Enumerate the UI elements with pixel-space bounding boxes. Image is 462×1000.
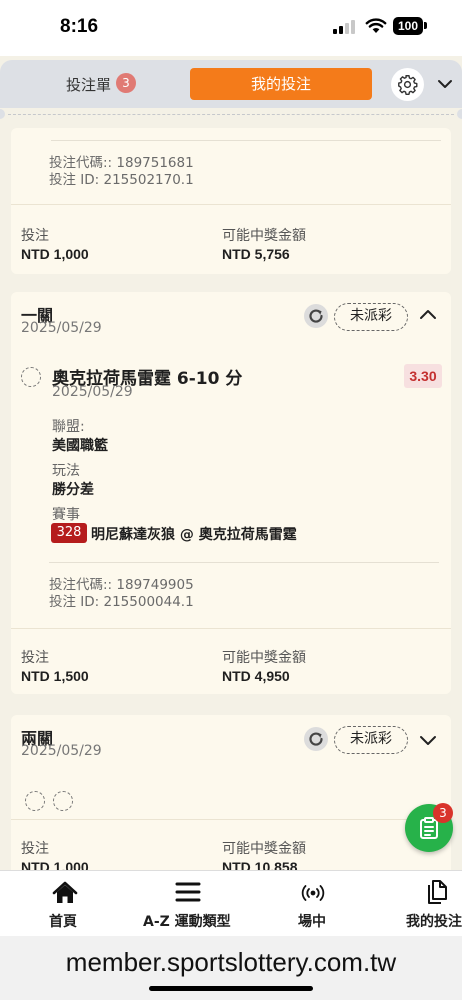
event-label: 賽事 <box>52 507 80 523</box>
bet-card-double: 兩關 2025/05/29 未派彩 投注 NTD 1,000 可能中獎金額 NT… <box>11 715 451 870</box>
payout-value: NTD 10,858 <box>222 859 298 870</box>
bet-codes: 投注代碼:: 189749905 投注 ID: 215500044.1 <box>49 577 194 611</box>
nav-label: 場中 <box>298 914 326 930</box>
battery-icon: 100 <box>393 17 423 35</box>
live-broadcast-icon <box>301 885 325 901</box>
bet-summary: 投注 NTD 1,000 可能中獎金額 NTD 5,756 <box>11 204 451 274</box>
menu-icon <box>175 882 201 902</box>
bet-id: 投注 ID: 215502170.1 <box>49 172 194 188</box>
bet-id: 投注 ID: 215500044.1 <box>49 594 194 610</box>
nav-label: 首頁 <box>49 914 77 930</box>
refresh-button[interactable] <box>304 727 328 751</box>
event-name: 明尼蘇達灰狼 @ 奧克拉荷馬雷霆 <box>91 527 297 543</box>
payout-value: NTD 4,950 <box>222 668 290 684</box>
chevron-up-icon[interactable] <box>419 306 437 324</box>
bet-card: 投注代碼:: 189751681 投注 ID: 215502170.1 投注 N… <box>11 128 451 274</box>
league-value: 美國職籃 <box>52 438 108 454</box>
bet-summary: 投注 NTD 1,500 可能中獎金額 NTD 4,950 <box>11 628 451 694</box>
refresh-button[interactable] <box>304 304 328 328</box>
chevron-down-icon[interactable] <box>419 731 437 749</box>
fab-count-badge: 3 <box>433 803 453 823</box>
copy-documents-icon <box>428 880 447 904</box>
selection-status-icon <box>53 791 73 811</box>
market-label: 玩法 <box>52 463 80 479</box>
home-indicator[interactable] <box>149 986 313 991</box>
nav-live[interactable]: 場中 <box>285 871 341 937</box>
stake-value: NTD 1,000 <box>21 246 89 262</box>
battery-tip <box>424 22 427 29</box>
chevron-down-icon[interactable] <box>437 76 453 92</box>
settings-button[interactable] <box>391 68 424 101</box>
bet-date: 2025/05/29 <box>21 743 102 759</box>
tab-betslip[interactable]: 投注單 <box>66 74 111 95</box>
market-value: 勝分差 <box>52 482 94 498</box>
payout-label: 可能中獎金額 <box>222 650 306 666</box>
bet-toolbar: 投注單 3 我的投注 <box>0 60 462 108</box>
selection-status-icon <box>21 367 41 387</box>
bet-code: 投注代碼:: 189749905 <box>49 577 194 593</box>
cellular-signal-icon <box>333 20 355 34</box>
bet-date: 2025/05/29 <box>21 320 102 336</box>
payout-label: 可能中獎金額 <box>222 841 306 857</box>
gear-icon <box>398 75 418 95</box>
stake-value: NTD 1,500 <box>21 668 89 684</box>
stake-label: 投注 <box>21 228 49 244</box>
payout-value: NTD 5,756 <box>222 246 290 262</box>
stake-label: 投注 <box>21 650 49 666</box>
selection-status-icon <box>25 791 45 811</box>
status-badge: 未派彩 <box>334 726 408 754</box>
stake-value: NTD 1,000 <box>21 859 89 870</box>
nav-label: 我的投注 <box>406 914 462 930</box>
event-code-badge: 328 <box>51 523 87 543</box>
bet-card-single: 一關 2025/05/29 未派彩 奧克拉荷馬雷霆 6-10 分 2025/05… <box>11 292 451 694</box>
odds-badge: 3.30 <box>404 364 442 388</box>
league-label: 聯盟: <box>52 419 85 435</box>
bet-codes: 投注代碼:: 189751681 投注 ID: 215502170.1 <box>49 155 194 189</box>
bet-summary: 投注 NTD 1,000 可能中獎金額 NTD 10,858 <box>11 819 451 870</box>
bottom-nav: 首頁 A-Z 運動類型 場中 我的投注 <box>0 870 462 936</box>
nav-sports-az[interactable]: A-Z 運動類型 <box>130 871 250 937</box>
bet-list[interactable]: 投注代碼:: 189751681 投注 ID: 215502170.1 投注 N… <box>0 108 462 870</box>
payout-label: 可能中獎金額 <box>222 228 306 244</box>
betslip-count-badge: 3 <box>116 73 136 93</box>
nav-label: A-Z 運動類型 <box>143 914 231 930</box>
url-text: member.sportslottery.com.tw <box>65 947 397 977</box>
wifi-icon <box>365 18 387 33</box>
status-bar: 8:16 100 <box>0 0 462 56</box>
refresh-icon <box>309 309 323 323</box>
stake-label: 投注 <box>21 841 49 857</box>
ticket-perforation <box>0 108 462 120</box>
selection-date: 2025/05/29 <box>52 384 133 400</box>
home-icon <box>52 881 78 903</box>
status-time: 8:16 <box>60 16 99 37</box>
status-badge: 未派彩 <box>334 303 408 331</box>
bet-code: 投注代碼:: 189751681 <box>49 155 194 171</box>
nav-my-bets[interactable]: 我的投注 <box>395 871 462 937</box>
nav-home[interactable]: 首頁 <box>30 871 100 937</box>
tab-my-bets[interactable]: 我的投注 <box>190 68 372 100</box>
refresh-icon <box>309 732 323 746</box>
